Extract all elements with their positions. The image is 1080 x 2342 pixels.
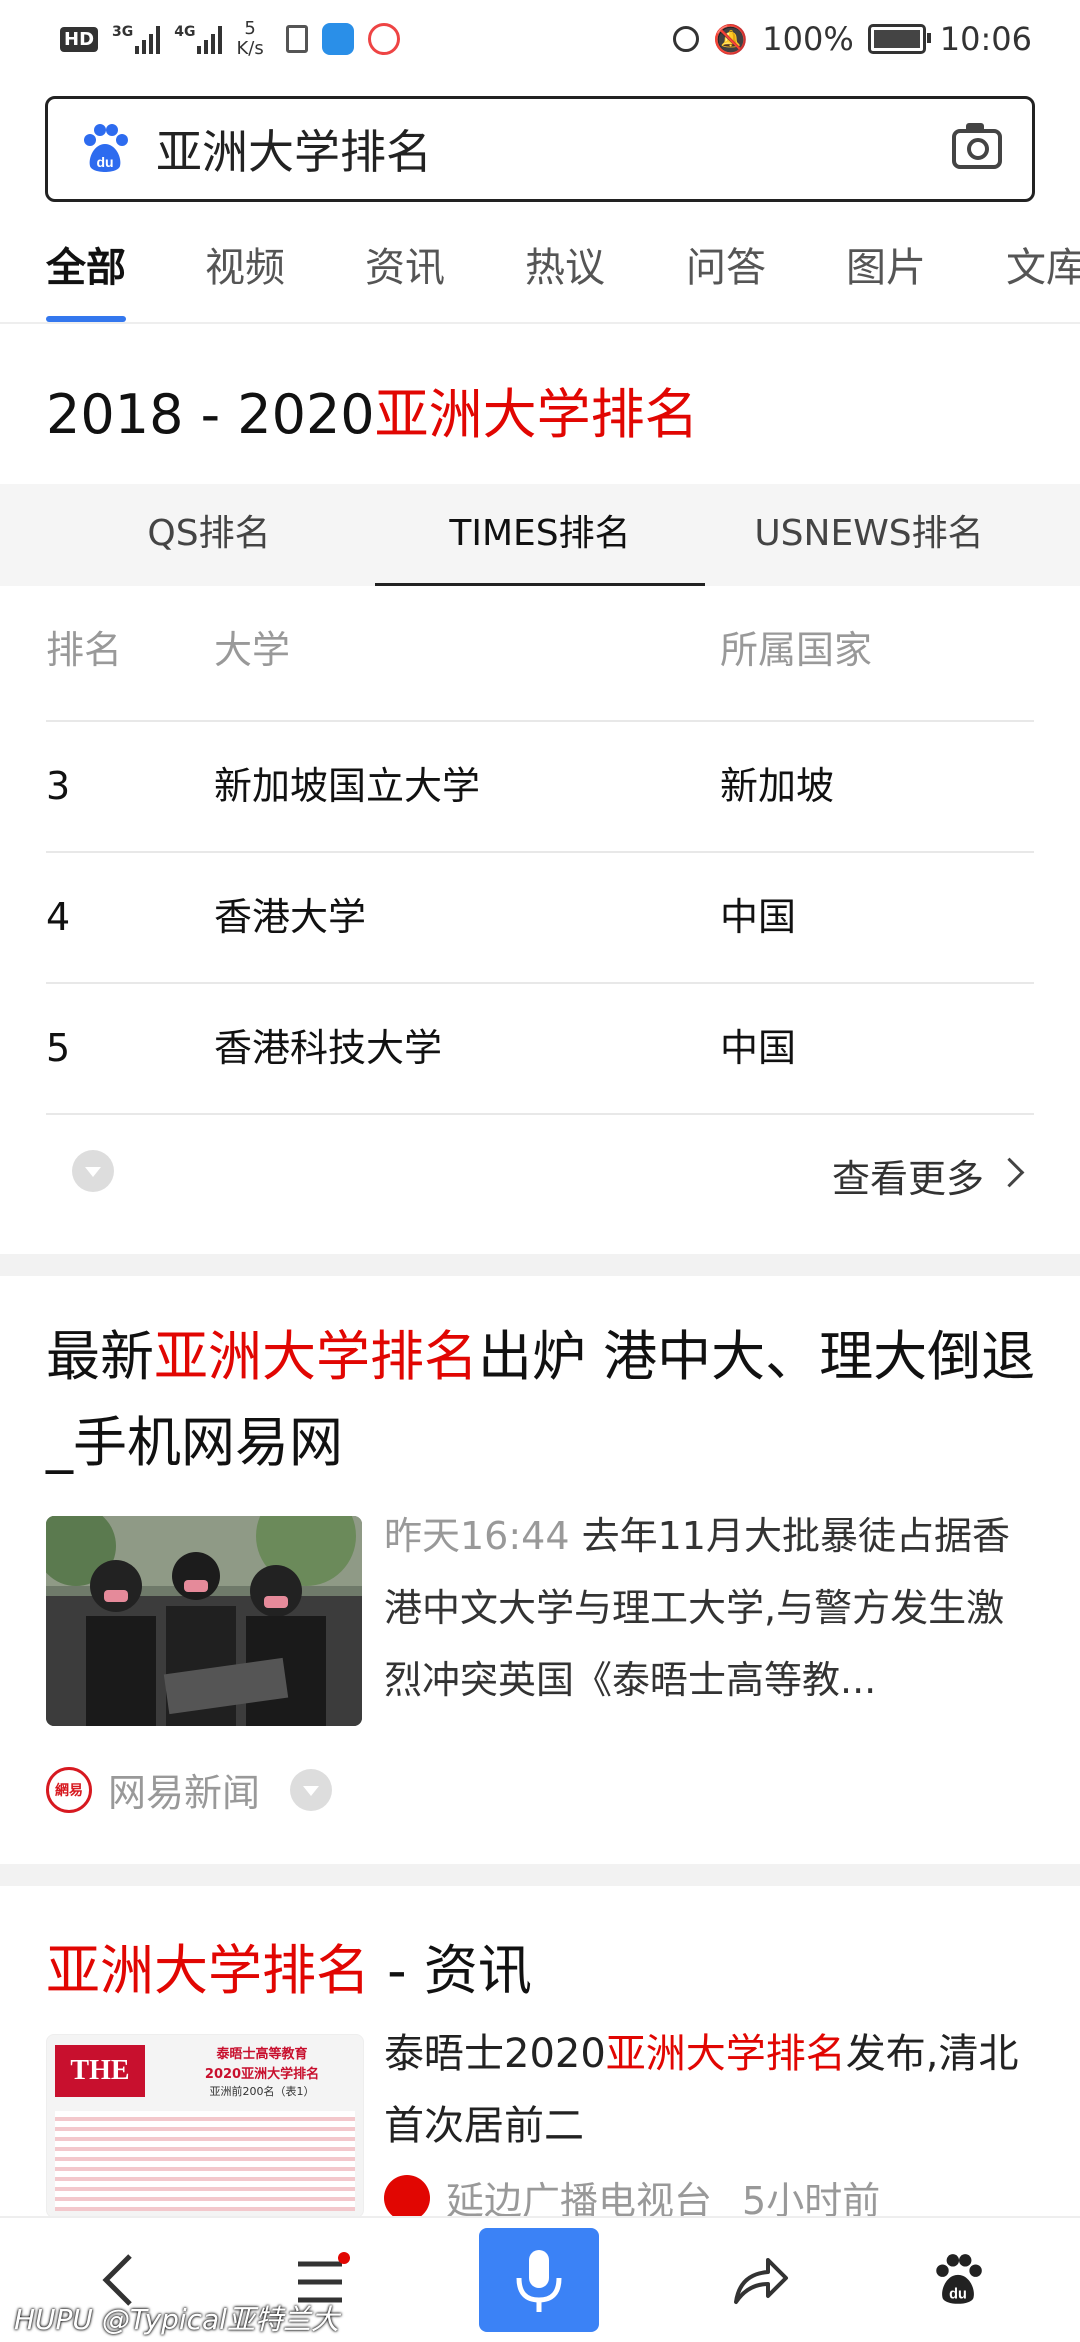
status-bar: HD 3G 4G 5 K/s 🔕 100% 10:06 bbox=[0, 0, 1080, 78]
search-box[interactable]: du 亚洲大学排名 bbox=[45, 96, 1035, 202]
university-cell: 香港科技大学 bbox=[214, 1026, 443, 1070]
news-source-row: 網易 网易新闻 bbox=[46, 1762, 333, 1817]
tab-qs-ranking[interactable]: QS排名 bbox=[44, 484, 374, 586]
thumb-title-1: 泰晤士高等教育 bbox=[216, 2047, 308, 2062]
signal-3g-icon: 3G bbox=[112, 24, 161, 54]
tab-times-ranking[interactable]: TIMES排名 bbox=[375, 484, 705, 586]
feedback-dropdown-icon[interactable] bbox=[290, 1768, 333, 1811]
the-logo: THE bbox=[55, 2045, 145, 2097]
alarm-icon bbox=[673, 26, 700, 52]
country-cell: 中国 bbox=[720, 1026, 797, 1070]
voice-search-button[interactable] bbox=[479, 2228, 599, 2332]
netease-logo-icon: 網易 bbox=[46, 1766, 92, 1813]
news-thumbnail[interactable] bbox=[46, 1516, 362, 1726]
university-cell: 香港大学 bbox=[214, 895, 367, 939]
status-right: 🔕 100% 10:06 bbox=[673, 20, 1032, 58]
ranking-table: 排名 大学 所属国家 3 新加坡国立大学 新加坡 4 香港大学 中国 5 香港科… bbox=[46, 586, 1034, 1115]
table-row[interactable]: 3 新加坡国立大学 新加坡 bbox=[46, 722, 1034, 853]
tab-video[interactable]: 视频 bbox=[205, 228, 285, 322]
table-row[interactable]: 5 香港科技大学 中国 bbox=[46, 984, 1034, 1115]
baidu-paw-icon: du bbox=[84, 124, 128, 172]
news-snippet[interactable]: 泰晤士2020亚洲大学排名发布,清北首次居前二 bbox=[384, 2018, 1024, 2162]
thumb-title-2: 2020亚洲大学排名 bbox=[204, 2067, 320, 2082]
share-button[interactable] bbox=[700, 2218, 820, 2342]
country-cell: 中国 bbox=[720, 895, 797, 939]
column-header-university: 大学 bbox=[214, 628, 291, 672]
table-header: 排名 大学 所属国家 bbox=[46, 586, 1034, 722]
search-input[interactable]: 亚洲大学排名 bbox=[156, 116, 952, 182]
search-tabs: 全部 视频 资讯 热议 问答 图片 文库 bbox=[0, 228, 1080, 322]
tab-images[interactable]: 图片 bbox=[846, 228, 926, 322]
share-icon bbox=[734, 2258, 788, 2304]
university-cell: 新加坡国立大学 bbox=[214, 764, 481, 808]
feedback-dropdown-icon[interactable] bbox=[72, 1150, 114, 1192]
chevron-right-icon bbox=[994, 1157, 1025, 1188]
app-notification-icon bbox=[321, 23, 354, 55]
country-cell: 新加坡 bbox=[720, 764, 835, 808]
status-left: HD 3G 4G 5 K/s bbox=[60, 19, 400, 59]
battery-percent: 100% bbox=[762, 20, 854, 58]
svg-text:du: du bbox=[96, 154, 113, 170]
news-photo bbox=[46, 1516, 362, 1726]
signal-4g-icon: 4G bbox=[174, 24, 223, 54]
microphone-icon bbox=[516, 2250, 562, 2312]
column-header-country: 所属国家 bbox=[720, 628, 873, 672]
news-snippet[interactable]: 昨天16:44 去年11月大批暴徒占据香港中文大学与理工大学,与警方发生激烈冲突… bbox=[384, 1500, 1024, 1716]
app-notification-icon-2 bbox=[367, 23, 400, 55]
camera-icon[interactable] bbox=[952, 123, 1002, 169]
baidu-paw-icon: du bbox=[936, 2254, 982, 2304]
news-title[interactable]: 最新亚洲大学排名出炉 港中大、理大倒退_手机网易网 bbox=[46, 1314, 1036, 1486]
mute-bell-icon: 🔕 bbox=[713, 22, 749, 56]
rank-cell: 5 bbox=[46, 1026, 71, 1070]
hd-badge: HD bbox=[60, 26, 99, 52]
tabs-divider bbox=[0, 322, 1080, 324]
rank-cell: 3 bbox=[46, 764, 71, 808]
watermark-text: HUPU @Typical亚特兰大 bbox=[14, 2303, 339, 2336]
card-separator bbox=[0, 1864, 1080, 1886]
thumb-title-3: 亚洲前200名（表1） bbox=[209, 2085, 315, 2098]
file-icon bbox=[285, 25, 308, 53]
column-header-rank: 排名 bbox=[46, 628, 123, 672]
baidu-home-button[interactable]: du bbox=[898, 2218, 1018, 2342]
thumb-table-image bbox=[55, 2111, 355, 2211]
view-more-link[interactable]: 查看更多 bbox=[832, 1148, 984, 1203]
clock-time: 10:06 bbox=[939, 20, 1032, 58]
tab-all[interactable]: 全部 bbox=[46, 228, 126, 322]
table-row[interactable]: 4 香港大学 中国 bbox=[46, 853, 1034, 984]
station-logo-icon bbox=[384, 2174, 430, 2221]
tab-library[interactable]: 文库 bbox=[1006, 228, 1080, 322]
tab-news[interactable]: 资讯 bbox=[365, 228, 445, 322]
news-source[interactable]: 网易新闻 bbox=[108, 1762, 260, 1817]
ranking-tabs: QS排名 TIMES排名 USNEWS排名 bbox=[0, 484, 1080, 586]
tab-discussion[interactable]: 热议 bbox=[525, 228, 605, 322]
network-speed: 5 K/s bbox=[236, 18, 264, 59]
card-separator bbox=[0, 1254, 1080, 1276]
rank-cell: 4 bbox=[46, 895, 71, 939]
svg-text:du: du bbox=[949, 2287, 967, 2303]
battery-icon bbox=[867, 24, 931, 54]
news-aggregate-title[interactable]: 亚洲大学排名 - 资讯 bbox=[46, 1928, 1036, 2014]
more-row: 查看更多 bbox=[46, 1110, 1034, 1240]
tab-qa[interactable]: 问答 bbox=[686, 228, 766, 322]
news-thumbnail[interactable]: THE 泰晤士高等教育 2020亚洲大学排名 亚洲前200名（表1） bbox=[46, 2034, 364, 2218]
tab-usnews-ranking[interactable]: USNEWS排名 bbox=[704, 484, 1034, 586]
ranking-card-title[interactable]: 2018 - 2020亚洲大学排名 bbox=[46, 370, 699, 449]
news-time: 昨天16:44 bbox=[384, 1514, 570, 1558]
